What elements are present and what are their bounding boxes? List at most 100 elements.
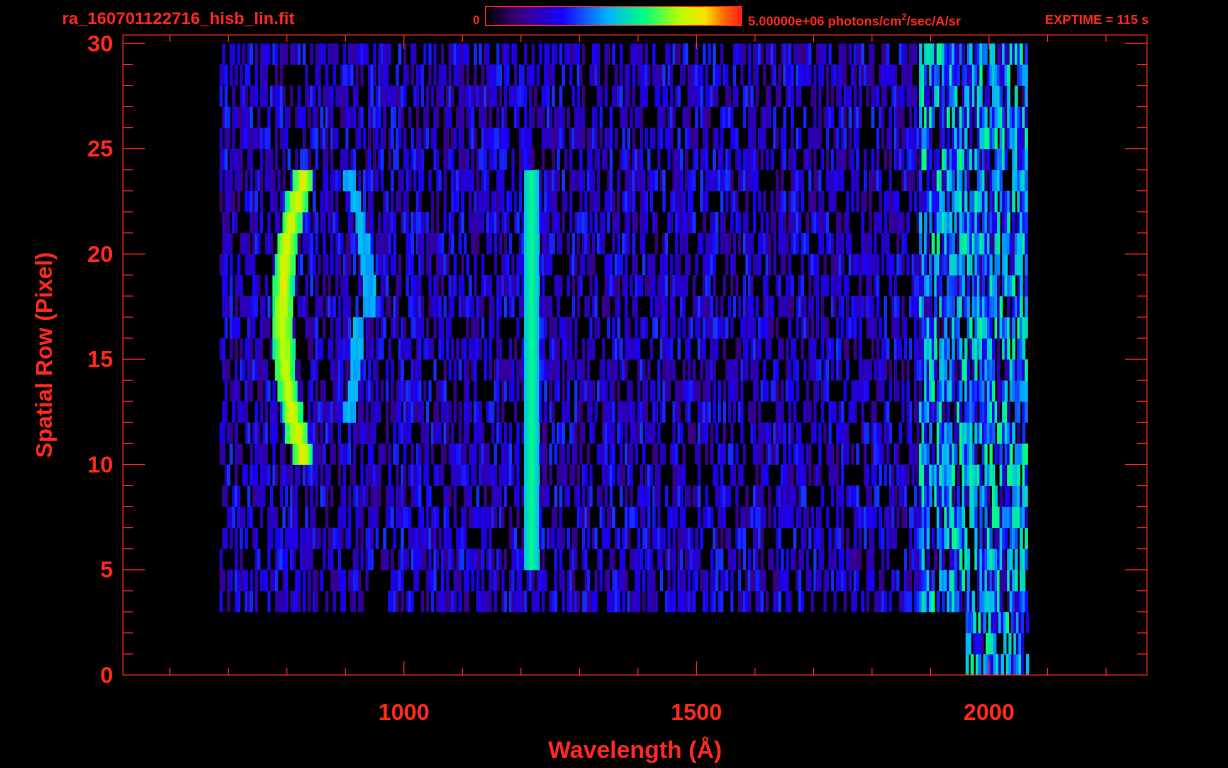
heatmap-cell	[1024, 169, 1028, 192]
heatmap-cell	[458, 359, 462, 381]
heatmap-cell	[722, 380, 726, 402]
heatmap-cell	[815, 296, 820, 318]
heatmap-cell	[700, 85, 704, 107]
heatmap-cell	[846, 527, 850, 550]
heatmap-cell	[841, 232, 845, 255]
heatmap-cell	[360, 106, 364, 129]
heatmap-cell	[440, 85, 445, 107]
heatmap-cell	[783, 422, 787, 444]
heatmap-cell	[607, 527, 611, 550]
heatmap-cell	[385, 401, 389, 423]
heatmap-cell	[232, 506, 236, 529]
heatmap-cell	[876, 275, 880, 297]
heatmap-cell	[609, 485, 613, 507]
heatmap-cell	[503, 232, 508, 255]
heatmap-cell	[435, 148, 440, 171]
heatmap-cell	[725, 190, 729, 213]
heatmap-cell	[871, 548, 875, 571]
heatmap-cell	[788, 359, 792, 381]
heatmap-cell	[375, 506, 379, 529]
heatmap-cell	[984, 169, 988, 192]
heatmap-cell	[888, 422, 893, 444]
heatmap-cell	[566, 527, 570, 550]
heatmap-cell	[808, 275, 812, 297]
heatmap-cell	[873, 232, 877, 255]
heatmap-cell	[347, 443, 352, 465]
heatmap-cell	[410, 590, 414, 613]
heatmap-cell	[961, 275, 966, 297]
heatmap-cell	[267, 317, 271, 339]
heatmap-cell	[239, 338, 243, 360]
heatmap-cell	[445, 253, 450, 276]
heatmap-cell	[707, 401, 711, 423]
heatmap-cell	[624, 275, 628, 297]
heatmap-cell	[297, 464, 301, 486]
heatmap-cell	[715, 232, 719, 255]
heatmap-cell	[677, 401, 681, 423]
heatmap-cell	[803, 527, 807, 550]
heatmap-cell	[941, 127, 945, 150]
heatmap-cell	[634, 443, 638, 465]
heatmap-cell	[980, 632, 984, 655]
heatmap-cell	[959, 380, 963, 402]
heatmap-cell	[536, 422, 540, 444]
heatmap-cell	[493, 506, 498, 529]
heatmap-cell	[740, 380, 744, 402]
heatmap-cell	[322, 548, 326, 571]
heatmap-cell	[657, 148, 661, 171]
heatmap-cell	[871, 527, 875, 550]
heatmap-cell	[393, 211, 397, 234]
heatmap-cell	[783, 127, 787, 150]
heatmap-cell	[398, 401, 402, 423]
heatmap-cell	[599, 127, 603, 150]
heatmap-cell	[584, 464, 588, 486]
heatmap-cell	[634, 296, 638, 318]
heatmap-cell	[224, 85, 228, 107]
heatmap-cell	[841, 548, 845, 571]
heatmap-cell	[700, 169, 704, 192]
heatmap-cell	[453, 485, 457, 507]
heatmap-cell	[463, 338, 467, 360]
heatmap-cell	[732, 253, 737, 276]
heatmap-cell	[433, 317, 437, 339]
heatmap-cell	[886, 232, 890, 255]
heatmap-cell	[584, 190, 588, 213]
heatmap-cell	[868, 190, 872, 213]
heatmap-cell	[594, 127, 598, 150]
heatmap-cell	[252, 317, 256, 339]
heatmap-cell	[946, 127, 950, 150]
heatmap-cell	[458, 590, 462, 613]
heatmap-cell	[800, 253, 804, 276]
heatmap-cell	[649, 296, 654, 318]
heatmap-cell	[571, 232, 576, 255]
heatmap-cell	[471, 169, 475, 192]
heatmap-cell	[906, 380, 910, 402]
heatmap-cell	[780, 548, 784, 571]
heatmap-cell	[881, 548, 885, 571]
heatmap-cell	[476, 485, 480, 507]
heatmap-cell	[310, 485, 314, 507]
heatmap-cell	[340, 232, 344, 255]
heatmap-cell	[259, 211, 264, 234]
heatmap-cell	[810, 317, 815, 339]
heatmap-cell	[466, 359, 470, 381]
heatmap-cell	[765, 590, 769, 613]
heatmap-cell	[370, 443, 374, 465]
heatmap-cell	[596, 317, 601, 339]
heatmap-cell	[715, 527, 719, 550]
heatmap-cell	[760, 211, 764, 234]
heatmap-cell	[737, 232, 742, 255]
heatmap-cell	[239, 527, 243, 550]
heatmap-cell	[833, 296, 837, 318]
heatmap-cell	[941, 190, 945, 213]
heatmap-cell	[554, 506, 558, 529]
heatmap-cell	[451, 422, 455, 444]
heatmap-cell	[715, 464, 719, 486]
heatmap-cell	[727, 485, 732, 507]
heatmap-cell	[594, 527, 598, 550]
heatmap-cell	[790, 127, 794, 150]
heatmap-cell	[486, 443, 490, 465]
heatmap-cell	[820, 148, 825, 171]
heatmap-cell	[1012, 190, 1016, 213]
heatmap-cell	[1004, 527, 1008, 550]
